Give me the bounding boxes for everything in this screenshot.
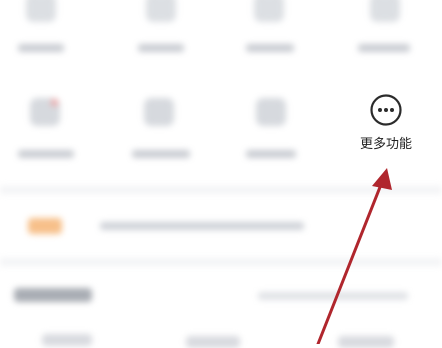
annotation-arrow bbox=[316, 168, 392, 344]
